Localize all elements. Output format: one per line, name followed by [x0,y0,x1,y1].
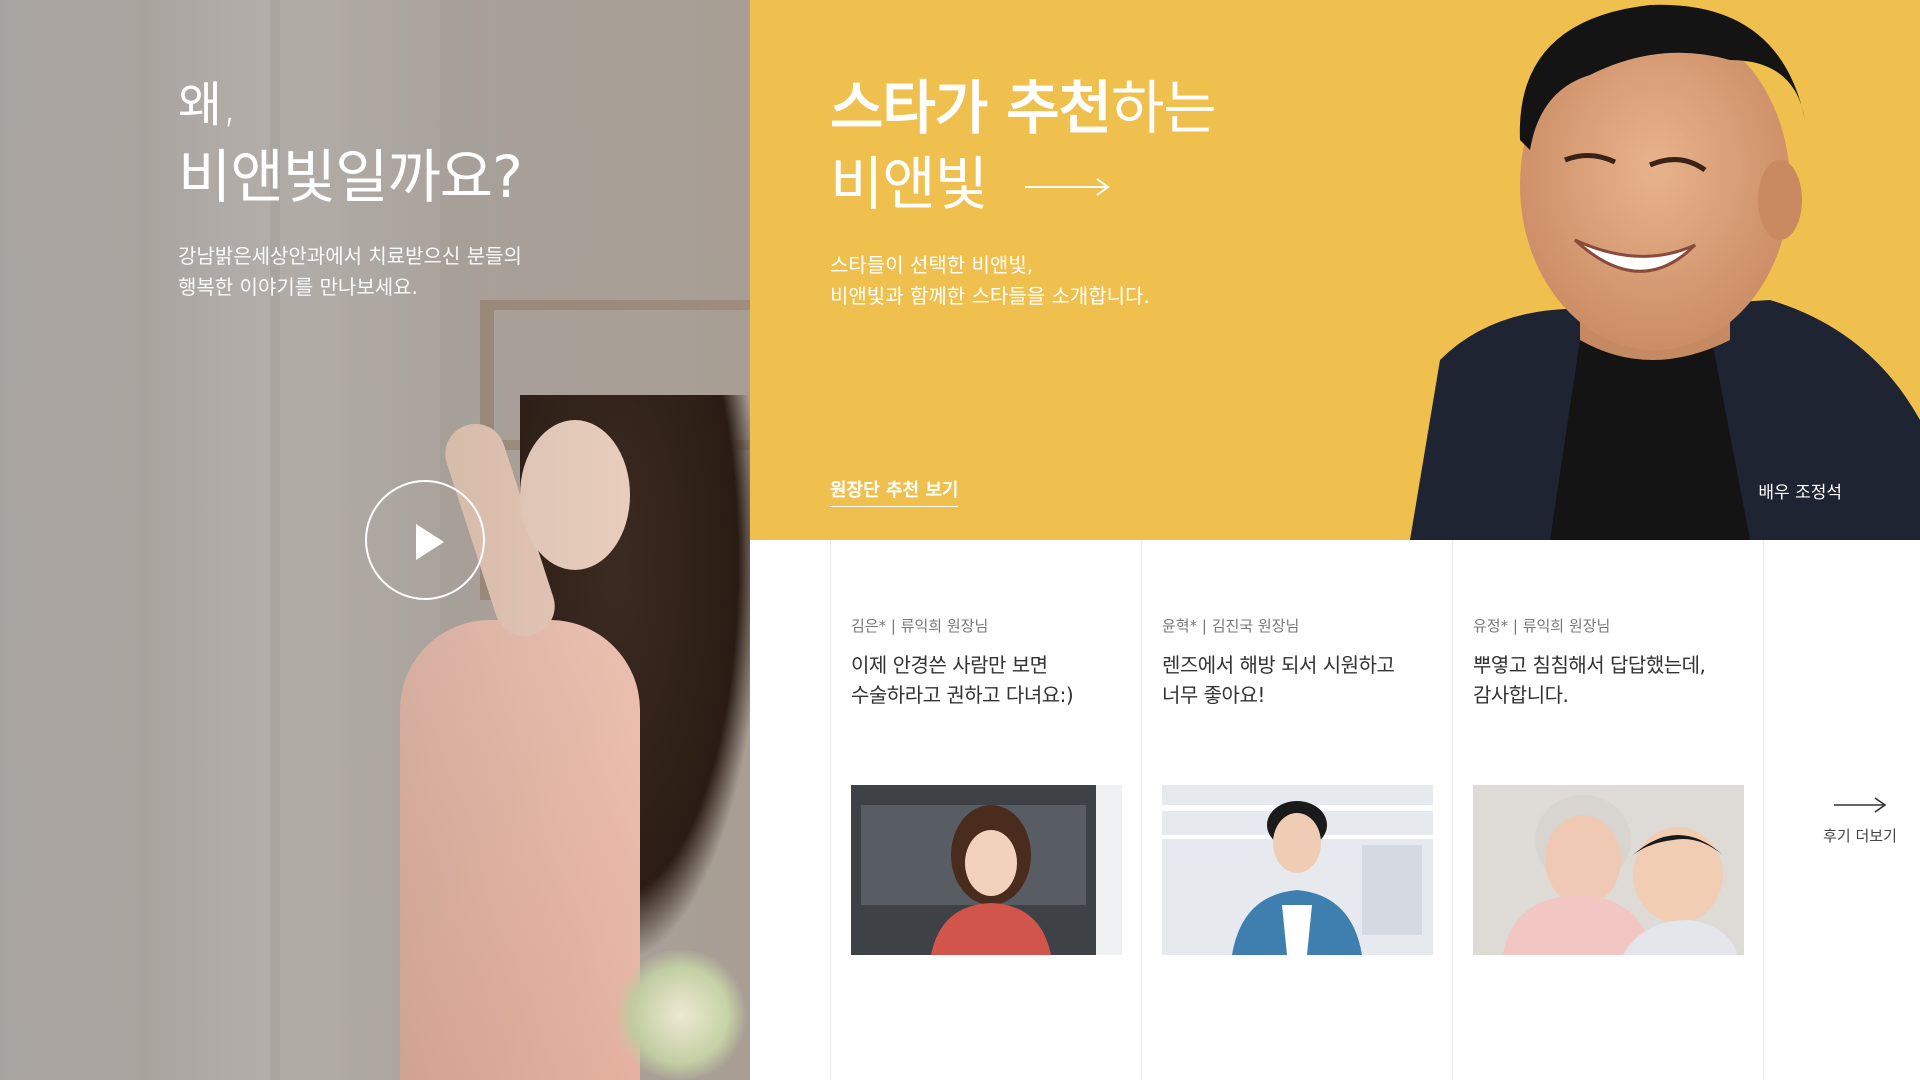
review-card[interactable]: 김은* | 류익희 원장님 이제 안경쓴 사람만 보면 수술하라고 권하고 다녀… [830,540,1142,1080]
why-heading: 왜, [178,77,238,133]
play-icon [416,524,444,560]
quote-line: 뿌옇고 침침해서 답답했는데, [1473,653,1706,677]
review-card[interactable]: 유정* | 류익희 원장님 뿌옇고 침침해서 답답했는데, 감사합니다. [1452,540,1764,1080]
review-photo [851,785,1122,955]
why-bnviit-panel: 왜, 비앤빛일까요? 강남밝은세상안과에서 치료받으신 분들의 행복한 이야기를… [0,0,750,1080]
star-title-bold: 스타가 추천 [830,74,1112,142]
star-title-line2[interactable]: 비앤빛 [830,146,1216,222]
star-title: 스타가 추천하는 [830,70,1217,146]
star-recommend-panel: 스타가 추천하는 비앤빛 스타들이 선택한 비앤빛, 비앤빛과 함께한 스타들을… [750,0,1920,540]
reviews-section: 김은* | 류익희 원장님 이제 안경쓴 사람만 보면 수술하라고 권하고 다녀… [750,540,1920,1080]
star-description: 스타들이 선택한 비앤빛, 비앤빛과 함께한 스타들을 소개합니다. [830,250,1216,312]
quote-line: 이제 안경쓴 사람만 보면 [851,653,1048,677]
review-photo [1162,785,1433,955]
quote-line: 수술하라고 권하고 다녀요:) [851,683,1074,707]
star-title-brand: 비앤빛 [830,150,988,218]
review-quote: 뿌옇고 침침해서 답답했는데, 감사합니다. [1473,650,1763,710]
quote-line: 너무 좋아요! [1162,683,1265,707]
star-text: 스타가 추천하는 비앤빛 스타들이 선택한 비앤빛, 비앤빛과 함께한 스타들을… [830,70,1217,312]
more-reviews-button[interactable]: 후기 더보기 [1800,795,1920,846]
review-quote: 이제 안경쓴 사람만 보면 수술하라고 권하고 다녀요:) [851,650,1142,710]
desc-line: 비앤빛과 함께한 스타들을 소개합니다. [830,284,1150,308]
review-meta: 김은* | 류익희 원장님 [851,617,989,635]
review-meta: 유정* | 류익희 원장님 [1473,617,1611,635]
desc-line: 행복한 이야기를 만나보세요. [178,275,418,299]
quote-line: 렌즈에서 해방 되서 시원하고 [1162,653,1395,677]
arrow-right-icon [1834,797,1887,813]
review-photo [1473,785,1744,955]
left-text: 왜, 비앤빛일까요? 강남밝은세상안과에서 치료받으신 분들의 행복한 이야기를… [178,75,523,303]
play-video-button[interactable] [365,480,485,600]
desc-line: 스타들이 선택한 비앤빛, [830,253,1034,277]
doctor-recommend-link[interactable]: 원장단 추천 보기 [830,476,959,507]
actor-photo [1410,4,1920,540]
quote-line: 감사합니다. [1473,683,1569,707]
left-description: 강남밝은세상안과에서 치료받으신 분들의 행복한 이야기를 만나보세요. [178,241,522,303]
arrow-right-icon[interactable] [1025,177,1111,197]
review-meta: 윤혁* | 김진국 원장님 [1162,617,1300,635]
review-card[interactable]: 윤혁* | 김진국 원장님 렌즈에서 해방 되서 시원하고 너무 좋아요! [1141,540,1453,1080]
more-reviews-label: 후기 더보기 [1823,827,1897,845]
actor-caption: 배우 조정석 [1758,483,1842,503]
star-title-light: 하는 [1111,74,1217,142]
left-title: 비앤빛일까요? [178,143,523,211]
review-quote: 렌즈에서 해방 되서 시원하고 너무 좋아요! [1162,650,1453,710]
desc-line: 강남밝은세상안과에서 치료받으신 분들의 [178,244,522,268]
